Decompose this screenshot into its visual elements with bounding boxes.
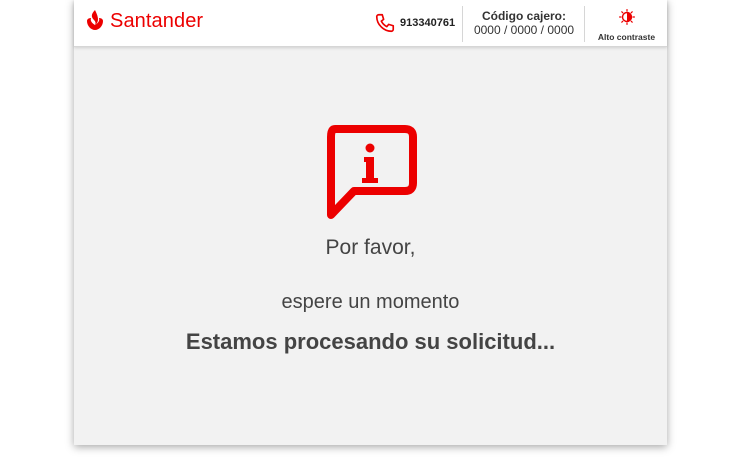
santander-logo: Santander [84, 7, 203, 35]
cajero-label: Código cajero: [481, 9, 566, 23]
santander-flame-icon [87, 10, 103, 30]
phone-contact: 913340761 [374, 12, 455, 34]
message-please: Por favor, [325, 236, 416, 259]
header-bar: Santander 913340761 Código cajero: 0000 … [74, 0, 667, 47]
contrast-label: Alto contraste [597, 32, 656, 42]
brand-name: Santander [110, 9, 204, 32]
phone-number: 913340761 [400, 17, 456, 29]
cajero-code-block: Código cajero: 0000 / 0000 / 0000 [464, 9, 584, 38]
header-divider [462, 6, 463, 42]
info-speech-bubble-icon [327, 125, 417, 219]
high-contrast-toggle[interactable]: Alto contraste [586, 9, 667, 45]
message-wait: espere un momento [281, 291, 460, 313]
header-divider [584, 6, 585, 42]
cajero-code: 0000 / 0000 / 0000 [473, 23, 575, 37]
phone-icon [375, 13, 395, 33]
atm-screen: Santander 913340761 Código cajero: 0000 … [74, 0, 667, 445]
message-processing: Estamos procesando su solicitud... [185, 329, 556, 354]
contrast-icon [618, 9, 635, 25]
